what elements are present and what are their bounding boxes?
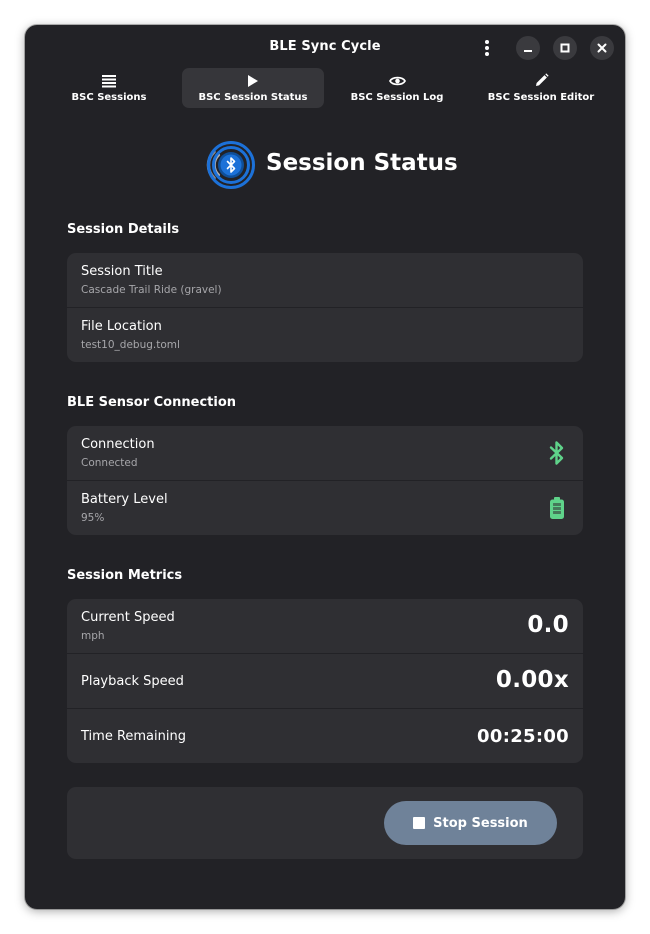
eye-icon <box>388 76 406 85</box>
row-subtitle: mph <box>81 630 105 642</box>
close-icon <box>597 43 607 53</box>
current-speed-row: Current Speed mph 0.0 <box>67 599 583 654</box>
row-title: Battery Level <box>81 492 168 507</box>
session-action-bar: Stop Session <box>67 787 583 859</box>
current-speed-value: 0.0 <box>527 612 569 638</box>
maximize-icon <box>560 43 570 53</box>
maximize-button[interactable] <box>553 36 577 60</box>
row-subtitle: Connected <box>81 457 138 469</box>
playback-speed-value: 0.00x <box>495 667 569 693</box>
app-window: BLE Sync Cycle BSC Sessions BSC Session … <box>25 25 625 909</box>
row-title: Playback Speed <box>81 674 184 689</box>
row-subtitle: Cascade Trail Ride (gravel) <box>81 284 222 296</box>
row-title: Time Remaining <box>81 729 186 744</box>
time-remaining-row: Time Remaining 00:25:00 <box>67 709 583 763</box>
playback-speed-row: Playback Speed 0.00x <box>67 654 583 709</box>
tab-label: BSC Session Status <box>198 92 308 103</box>
row-title: Session Title <box>81 264 163 279</box>
more-vertical-icon <box>485 40 489 56</box>
tab-bsc-session-log[interactable]: BSC Session Log <box>326 68 468 108</box>
tab-label: BSC Session Editor <box>487 92 595 103</box>
close-button[interactable] <box>590 36 614 60</box>
tab-bsc-session-status[interactable]: BSC Session Status <box>182 68 324 108</box>
tab-label: BSC Session Log <box>350 92 444 103</box>
pencil-icon <box>535 73 549 86</box>
bluetooth-icon <box>545 440 569 466</box>
session-details-heading: Session Details <box>67 222 180 237</box>
battery-icon <box>545 495 569 521</box>
battery-level-row: Battery Level 95% <box>67 481 583 535</box>
session-title-row: Session Title Cascade Trail Ride (gravel… <box>67 253 583 308</box>
tab-bsc-sessions[interactable]: BSC Sessions <box>38 68 180 108</box>
page-title: Session Status <box>266 150 458 176</box>
session-metrics-card: Current Speed mph 0.0 Playback Speed 0.0… <box>67 599 583 763</box>
session-metrics-heading: Session Metrics <box>67 568 183 583</box>
stop-icon <box>413 817 426 829</box>
ble-connection-card: Connection Connected Battery Level 95% <box>67 426 583 535</box>
title-bar: BLE Sync Cycle <box>25 25 625 71</box>
row-subtitle: 95% <box>81 512 105 524</box>
row-title: Connection <box>81 437 155 452</box>
file-location-row: File Location test10_debug.toml <box>67 308 583 362</box>
row-title: File Location <box>81 319 162 334</box>
ble-connection-heading: BLE Sensor Connection <box>67 395 236 410</box>
row-subtitle: test10_debug.toml <box>81 339 180 351</box>
time-remaining-value: 00:25:00 <box>477 726 569 747</box>
tab-label: BSC Sessions <box>71 92 147 103</box>
view-switcher: BSC Sessions BSC Session Status BSC Sess… <box>38 68 612 108</box>
tab-bsc-session-editor[interactable]: BSC Session Editor <box>470 68 612 108</box>
play-icon <box>248 74 258 87</box>
row-title: Current Speed <box>81 610 175 625</box>
page-header: Session Status <box>25 139 625 191</box>
minimize-button[interactable] <box>516 36 540 60</box>
stop-session-label: Stop Session <box>433 815 528 831</box>
connection-row: Connection Connected <box>67 426 583 481</box>
minimize-icon <box>524 50 532 52</box>
main-menu-button[interactable] <box>475 36 499 60</box>
stop-session-button[interactable]: Stop Session <box>384 801 557 845</box>
session-details-card: Session Title Cascade Trail Ride (gravel… <box>67 253 583 362</box>
list-icon <box>102 74 116 87</box>
bluetooth-signal-icon <box>205 140 255 190</box>
